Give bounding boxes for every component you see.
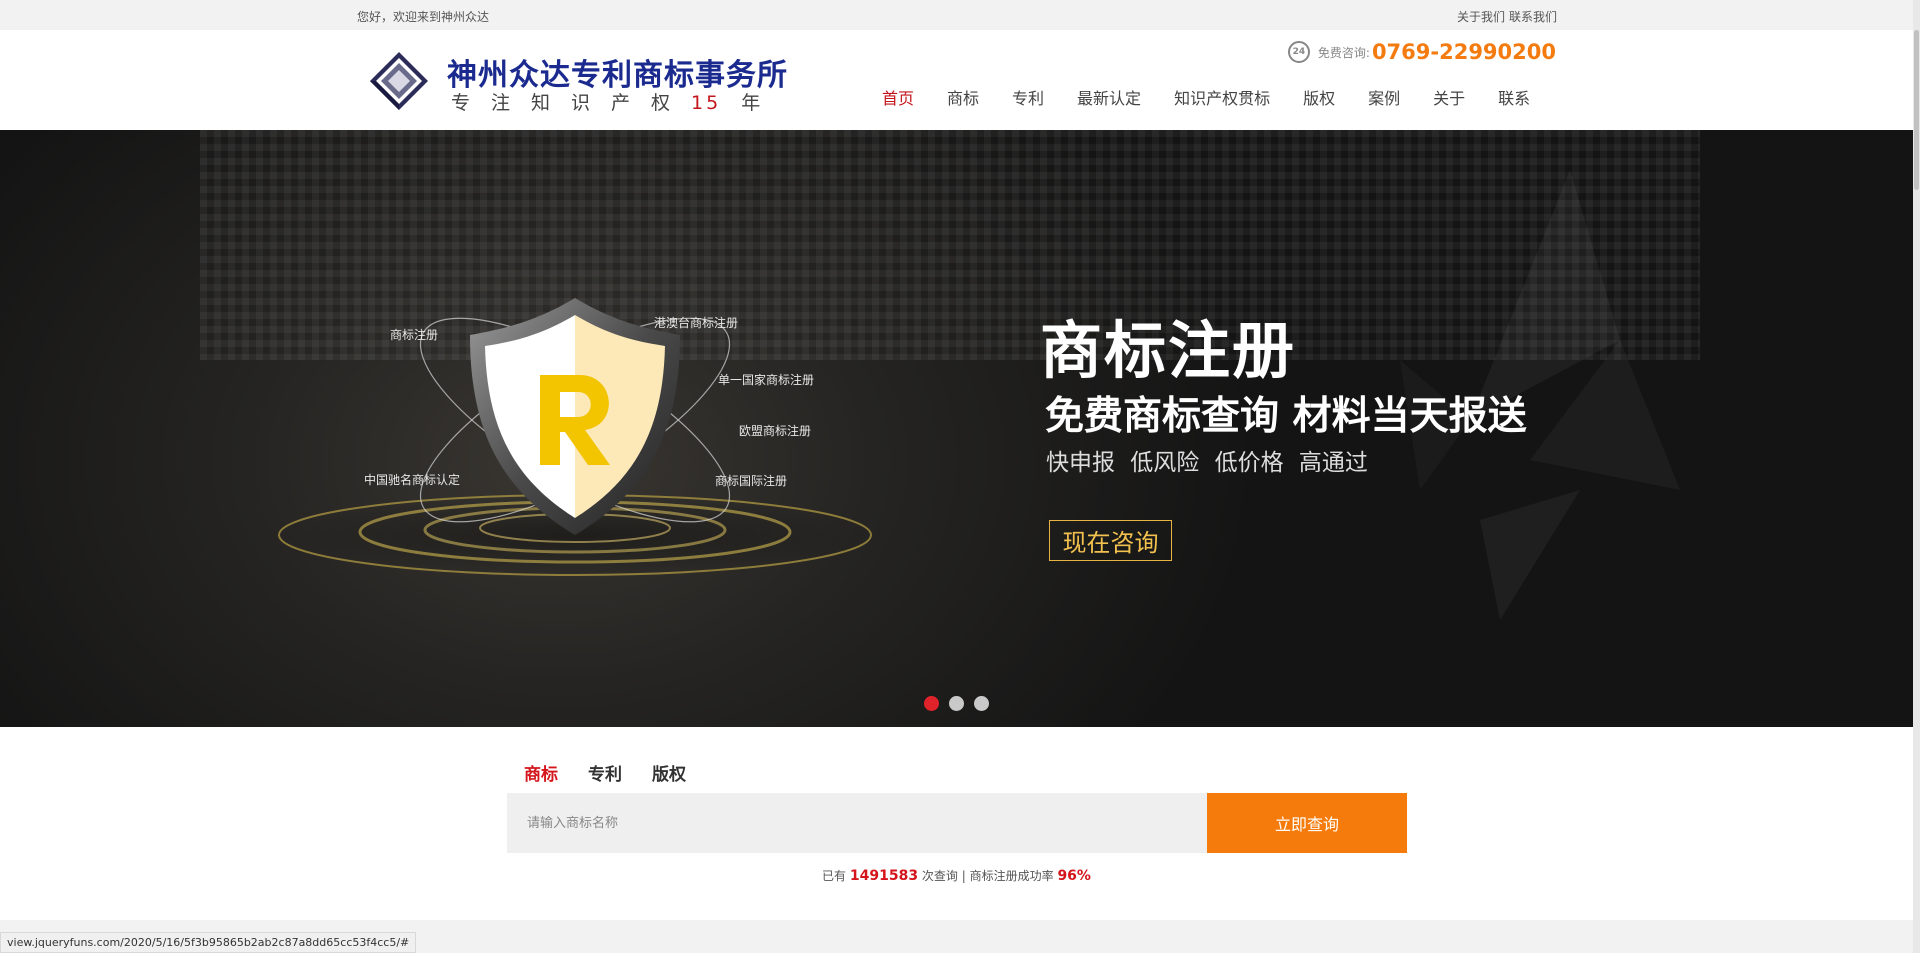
top-bar: 您好，欢迎来到神州众达 关于我们 联系我们 — [0, 0, 1920, 30]
page-scrollbar[interactable] — [1913, 0, 1920, 953]
nav-item-home[interactable]: 首页 — [882, 85, 914, 109]
carousel-dot-2[interactable] — [949, 696, 964, 711]
nav-item-trademark[interactable]: 商标 — [947, 85, 979, 109]
query-count: 1491583 — [849, 868, 919, 884]
consult-now-button[interactable]: 现在咨询 — [1049, 520, 1172, 561]
top-links: 关于我们 联系我们 — [1453, 8, 1557, 25]
clock-24-icon: 24 — [1287, 41, 1310, 63]
query-stats: 已有 1491583 次查询 | 商标注册成功率 96% — [0, 867, 1913, 884]
banner-label-international: 商标国际注册 — [715, 474, 788, 488]
hotline-label: 免费咨询: — [1317, 45, 1370, 60]
about-us-link[interactable]: 关于我们 — [1457, 10, 1505, 24]
stats-prefix: 已有 — [822, 869, 847, 883]
nav-item-ip-standard[interactable]: 知识产权贯标 — [1174, 85, 1270, 109]
browser-status-bar: view.jqueryfuns.com/2020/5/16/5f3b95865b… — [0, 932, 417, 953]
banner-title: 商标注册 — [1040, 314, 1297, 387]
nav-item-contact[interactable]: 联系 — [1498, 85, 1530, 109]
search-tabs: 商标 专利 版权 — [524, 760, 716, 785]
welcome-text: 您好，欢迎来到神州众达 — [357, 10, 490, 24]
stats-middle: 次查询 | 商标注册成功率 — [921, 869, 1054, 883]
carousel-dot-3[interactable] — [974, 696, 989, 711]
tab-trademark[interactable]: 商标 — [524, 760, 558, 785]
banner-subtitle: 免费商标查询 材料当天报送 — [1045, 394, 1527, 439]
nav-item-about[interactable]: 关于 — [1433, 85, 1465, 109]
scrollbar-thumb[interactable] — [1914, 30, 1919, 190]
banner-label-trademark-registration: 商标注册 — [390, 328, 439, 342]
site-header: 神州众达专利商标事务所 专注知识产权15 年 24 免费咨询: 0769-2299… — [0, 30, 1913, 130]
tab-patent[interactable]: 专利 — [588, 760, 622, 785]
search-input[interactable] — [507, 793, 1207, 853]
banner-label-hk-macau-taiwan: 港澳台商标注册 — [654, 316, 739, 330]
hotline: 24 免费咨询: 0769-22990200 — [1287, 40, 1556, 64]
hotline-number[interactable]: 0769-22990200 — [1372, 40, 1556, 64]
search-button[interactable]: 立即查询 — [1207, 793, 1407, 853]
contact-us-link[interactable]: 联系我们 — [1509, 10, 1557, 24]
tab-copyright[interactable]: 版权 — [652, 760, 686, 785]
page: 您好，欢迎来到神州众达 关于我们 联系我们 神州众达专利商标事务所 专注知识产权1… — [0, 0, 1920, 953]
banner-features: 快申报 低风险 低价格 高通过 — [1046, 450, 1368, 476]
carousel-dots — [924, 696, 999, 711]
hero-banner[interactable]: 商标注册 港澳台商标注册 单一国家商标注册 欧盟商标注册 中国驰名商标认定 商标… — [0, 130, 1913, 727]
nav-item-latest-certification[interactable]: 最新认定 — [1077, 85, 1141, 109]
banner-label-single-country: 单一国家商标注册 — [718, 373, 815, 387]
banner-label-eu: 欧盟商标注册 — [739, 424, 812, 438]
nav-item-patent[interactable]: 专利 — [1012, 85, 1044, 109]
carousel-dot-1[interactable] — [924, 696, 939, 711]
main-nav: 首页 商标 专利 最新认定 知识产权贯标 版权 案例 关于 联系 — [882, 85, 1563, 109]
nav-item-cases[interactable]: 案例 — [1368, 85, 1400, 109]
slogan-prefix: 专注知识产权 — [451, 92, 692, 114]
logo-diamond-icon[interactable] — [368, 50, 430, 112]
banner-label-china-well-known: 中国驰名商标认定 — [364, 473, 461, 487]
success-rate: 96% — [1057, 868, 1091, 884]
nav-item-copyright[interactable]: 版权 — [1303, 85, 1335, 109]
logo-slogan: 专注知识产权15 年 — [451, 88, 781, 115]
slogan-years: 15 — [691, 92, 722, 114]
search-section: 商标 专利 版权 立即查询 已有 1491583 次查询 | 商标注册成功率 9… — [0, 727, 1913, 920]
slogan-suffix: 年 — [741, 92, 782, 114]
